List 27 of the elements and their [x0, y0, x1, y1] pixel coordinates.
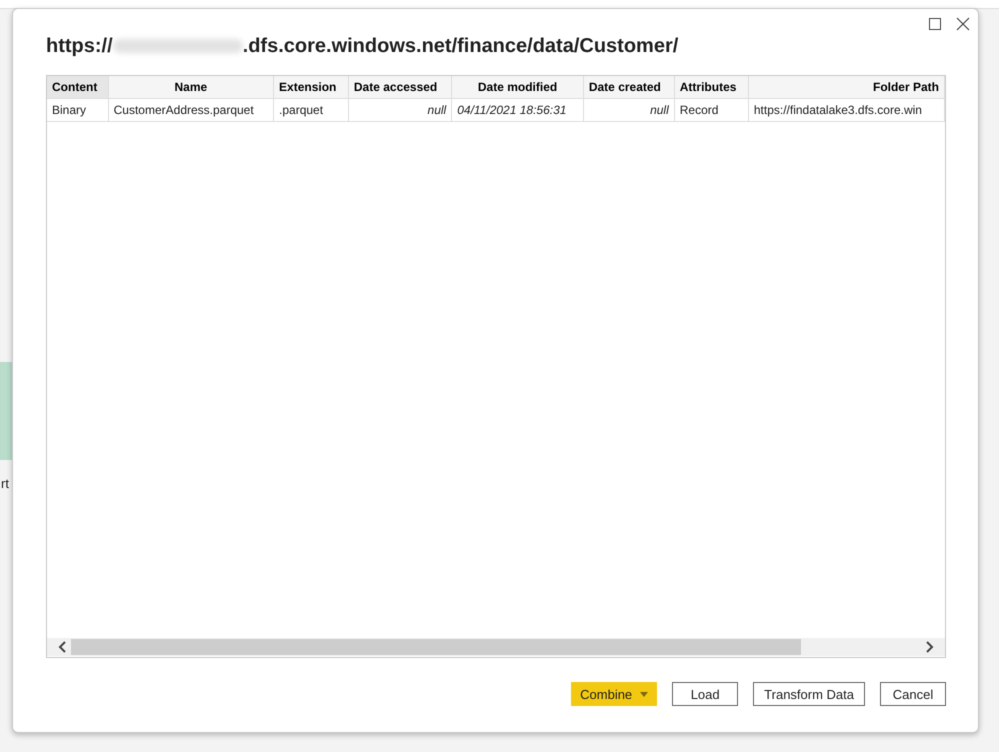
table-cell: null: [348, 98, 452, 122]
column-header[interactable]: Folder Path: [748, 76, 944, 98]
table-cell: 04/11/2021 18:56:31: [452, 98, 584, 122]
background-text: rt: [1, 476, 9, 491]
column-header[interactable]: Content: [47, 76, 108, 98]
column-header[interactable]: Extension: [274, 76, 348, 98]
table-cell: Record: [674, 98, 748, 122]
scrollbar-thumb[interactable]: [71, 639, 801, 655]
column-header[interactable]: Date accessed: [348, 76, 452, 98]
table-cell: CustomerAddress.parquet: [108, 98, 274, 122]
dialog-button[interactable]: Transform Data: [753, 682, 865, 706]
table-cell: null: [583, 98, 674, 122]
table-cell: https://findatalake3.dfs.core.win: [748, 98, 944, 122]
column-header[interactable]: Attributes: [674, 76, 748, 98]
horizontal-scrollbar[interactable]: [47, 638, 945, 656]
column-header[interactable]: Date modified: [452, 76, 584, 98]
dialog-button[interactable]: Combine: [571, 682, 658, 706]
dialog-title: https://: [46, 34, 113, 58]
dialog-button[interactable]: Cancel: [880, 682, 946, 706]
table-cell: Binary: [47, 98, 108, 122]
dialog-title: .dfs.core.windows.net/finance/data/Customer/: [242, 34, 678, 58]
column-header[interactable]: Name: [108, 76, 274, 98]
table-cell: .parquet: [274, 98, 348, 122]
column-header[interactable]: Date created: [583, 76, 674, 98]
dialog-button[interactable]: Load: [672, 682, 738, 706]
maximize-icon[interactable]: [928, 17, 942, 31]
close-icon[interactable]: [956, 17, 970, 31]
